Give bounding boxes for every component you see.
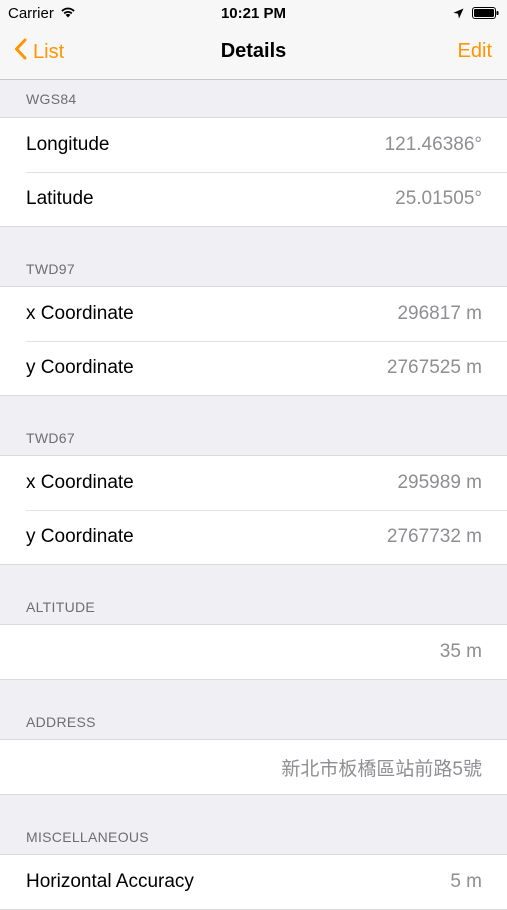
twd67-group: x Coordinate 295989 m y Coordinate 27677… bbox=[0, 455, 507, 565]
latitude-label: Latitude bbox=[26, 188, 94, 209]
section-header-altitude: ALTITUDE bbox=[26, 599, 96, 615]
section-header-twd67: TWD67 bbox=[26, 430, 75, 446]
address-group: 新北市板橋區站前路5號 bbox=[0, 739, 507, 795]
miscellaneous-group: Horizontal Accuracy 5 m bbox=[0, 854, 507, 910]
twd67-y-label: y Coordinate bbox=[26, 526, 134, 547]
status-right-indicators bbox=[453, 6, 499, 23]
latitude-value: 25.01505° bbox=[395, 188, 482, 209]
navigation-bar: List Details Edit bbox=[0, 28, 507, 80]
battery-icon bbox=[472, 6, 499, 23]
twd97-y-label: y Coordinate bbox=[26, 357, 134, 378]
altitude-value: 35 m bbox=[439, 641, 482, 662]
twd67-x-label: x Coordinate bbox=[26, 472, 134, 493]
twd97-x-label: x Coordinate bbox=[26, 303, 134, 324]
details-table[interactable]: WGS84 Longitude 121.46386° Latitude 25.0… bbox=[0, 80, 507, 910]
section-header-miscellaneous: MISCELLANEOUS bbox=[26, 829, 149, 845]
twd97-y-row[interactable]: y Coordinate 2767525 m bbox=[0, 341, 507, 395]
twd67-x-row[interactable]: x Coordinate 295989 m bbox=[0, 456, 507, 510]
twd67-y-value: 2767732 m bbox=[386, 526, 482, 547]
altitude-row[interactable]: 35 m bbox=[0, 625, 507, 679]
twd97-x-value: 296817 m bbox=[397, 303, 482, 324]
location-arrow-icon bbox=[453, 6, 464, 23]
edit-button[interactable]: Edit bbox=[458, 40, 492, 63]
twd97-y-value: 2767525 m bbox=[386, 357, 482, 378]
altitude-group: 35 m bbox=[0, 624, 507, 680]
horizontal-accuracy-value: 5 m bbox=[450, 871, 482, 892]
twd97-x-row[interactable]: x Coordinate 296817 m bbox=[0, 287, 507, 341]
twd67-y-row[interactable]: y Coordinate 2767732 m bbox=[0, 510, 507, 564]
longitude-label: Longitude bbox=[26, 134, 110, 155]
horizontal-accuracy-row[interactable]: Horizontal Accuracy 5 m bbox=[0, 855, 507, 909]
section-header-twd97: TWD97 bbox=[26, 261, 75, 277]
address-row[interactable]: 新北市板橋區站前路5號 bbox=[0, 740, 507, 794]
page-title: Details bbox=[220, 40, 287, 62]
longitude-row[interactable]: Longitude 121.46386° bbox=[0, 118, 507, 172]
address-value: 新北市板橋區站前路5號 bbox=[281, 758, 482, 780]
twd97-group: x Coordinate 296817 m y Coordinate 27675… bbox=[0, 286, 507, 396]
horizontal-accuracy-label: Horizontal Accuracy bbox=[26, 871, 194, 892]
section-header-wgs84: WGS84 bbox=[26, 91, 77, 107]
section-header-address: ADDRESS bbox=[26, 714, 96, 730]
status-bar: Carrier 10:21 PM bbox=[0, 0, 507, 28]
latitude-row[interactable]: Latitude 25.01505° bbox=[0, 172, 507, 226]
status-time: 10:21 PM bbox=[220, 5, 287, 22]
twd67-x-value: 295989 m bbox=[397, 472, 482, 493]
longitude-value: 121.46386° bbox=[384, 134, 482, 155]
wgs84-group: Longitude 121.46386° Latitude 25.01505° bbox=[0, 117, 507, 227]
